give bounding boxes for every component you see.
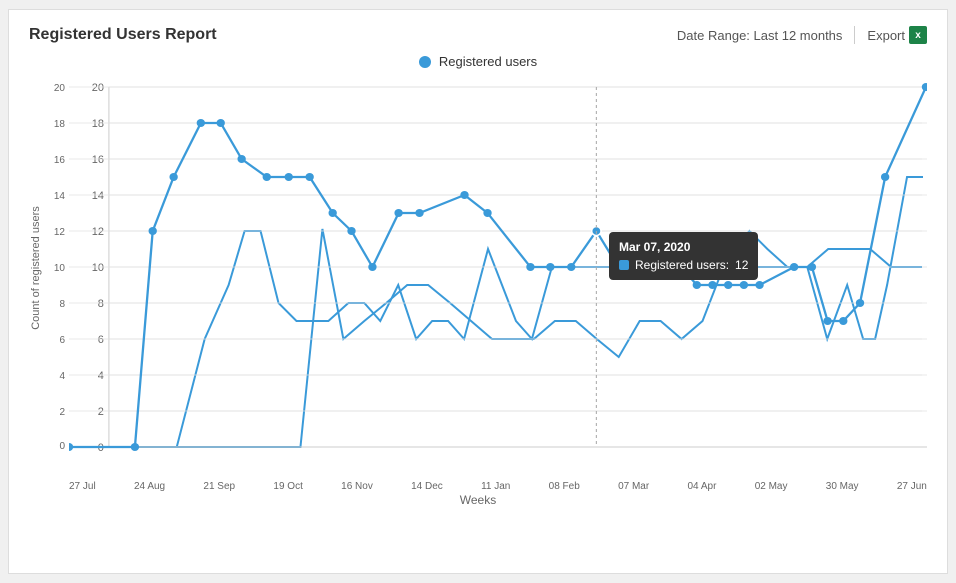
data-dot xyxy=(808,263,816,271)
y-tick-10: 10 xyxy=(54,263,65,274)
data-dot xyxy=(790,263,798,271)
data-dot xyxy=(708,281,716,289)
data-dot xyxy=(415,209,423,217)
y-tick-14: 14 xyxy=(54,191,65,202)
data-dot xyxy=(328,209,336,217)
y-tick-8: 8 xyxy=(59,299,65,310)
data-dot xyxy=(285,173,293,181)
chart-legend: Registered users xyxy=(29,54,927,69)
data-dot xyxy=(69,443,73,451)
data-dot xyxy=(483,209,491,217)
y-tick-20: 20 xyxy=(54,83,65,94)
chart-title: Registered Users Report xyxy=(29,26,217,44)
export-label: Export xyxy=(867,28,905,43)
y-tick-16: 16 xyxy=(54,155,65,166)
x-label-11: 30 May xyxy=(826,481,859,492)
data-dot xyxy=(460,191,468,199)
data-dot xyxy=(394,209,402,217)
chart-svg-final xyxy=(69,77,927,467)
x-axis-labels: 27 Jul 24 Aug 21 Sep 19 Oct 16 Nov 14 De… xyxy=(69,481,927,492)
chart-container: Registered Users Report Date Range: Last… xyxy=(8,9,948,574)
data-dot xyxy=(881,173,889,181)
y-tick-4: 4 xyxy=(59,371,65,382)
legend-dot xyxy=(419,56,431,68)
date-range-label: Date Range: Last 12 months xyxy=(677,28,843,43)
data-dot xyxy=(368,263,376,271)
data-dot xyxy=(823,317,831,325)
x-label-12: 27 Jun xyxy=(897,481,927,492)
y-tick-2: 2 xyxy=(59,407,65,418)
chart-area: Count of registered users 0 2 4 6 8 10 xyxy=(29,77,927,507)
data-dot xyxy=(131,443,139,451)
y-axis-ticks: 20 18 16 14 12 10 8 6 4 2 0 xyxy=(29,77,69,467)
export-icon: x xyxy=(909,26,927,44)
data-dot xyxy=(149,227,157,235)
header-controls: Date Range: Last 12 months Export x xyxy=(677,26,927,44)
data-dot xyxy=(169,173,177,181)
x-label-4: 16 Nov xyxy=(341,481,373,492)
data-dot xyxy=(677,263,685,271)
x-label-3: 19 Oct xyxy=(273,481,302,492)
data-dot xyxy=(217,119,225,127)
data-dot xyxy=(839,317,847,325)
export-button[interactable]: Export x xyxy=(867,26,927,44)
legend-label: Registered users xyxy=(439,54,537,69)
data-dot xyxy=(526,263,534,271)
data-dot xyxy=(567,263,575,271)
x-label-10: 02 May xyxy=(755,481,788,492)
x-label-0: 27 Jul xyxy=(69,481,96,492)
data-dot xyxy=(856,299,864,307)
y-tick-6: 6 xyxy=(59,335,65,346)
data-dot xyxy=(724,281,732,289)
x-label-9: 04 Apr xyxy=(687,481,716,492)
data-dot xyxy=(347,227,355,235)
data-dot xyxy=(740,281,748,289)
data-dot xyxy=(755,281,763,289)
chart-header: Registered Users Report Date Range: Last… xyxy=(29,26,927,44)
y-tick-12: 12 xyxy=(54,227,65,238)
x-label-6: 11 Jan xyxy=(481,481,510,492)
data-dot xyxy=(263,173,271,181)
x-label-1: 24 Aug xyxy=(134,481,165,492)
data-dot xyxy=(658,263,666,271)
data-dot xyxy=(197,119,205,127)
header-divider xyxy=(854,26,855,44)
x-label-2: 21 Sep xyxy=(203,481,235,492)
x-axis-title: Weeks xyxy=(460,493,496,507)
x-label-5: 14 Dec xyxy=(411,481,443,492)
data-dot xyxy=(546,263,554,271)
data-dot xyxy=(693,281,701,289)
y-tick-18: 18 xyxy=(54,119,65,130)
x-label-8: 07 Mar xyxy=(618,481,649,492)
y-tick-0: 0 xyxy=(59,441,65,452)
data-dot xyxy=(614,263,622,271)
x-label-7: 08 Feb xyxy=(549,481,580,492)
data-dot xyxy=(305,173,313,181)
data-dot xyxy=(922,83,927,91)
data-dot xyxy=(237,155,245,163)
